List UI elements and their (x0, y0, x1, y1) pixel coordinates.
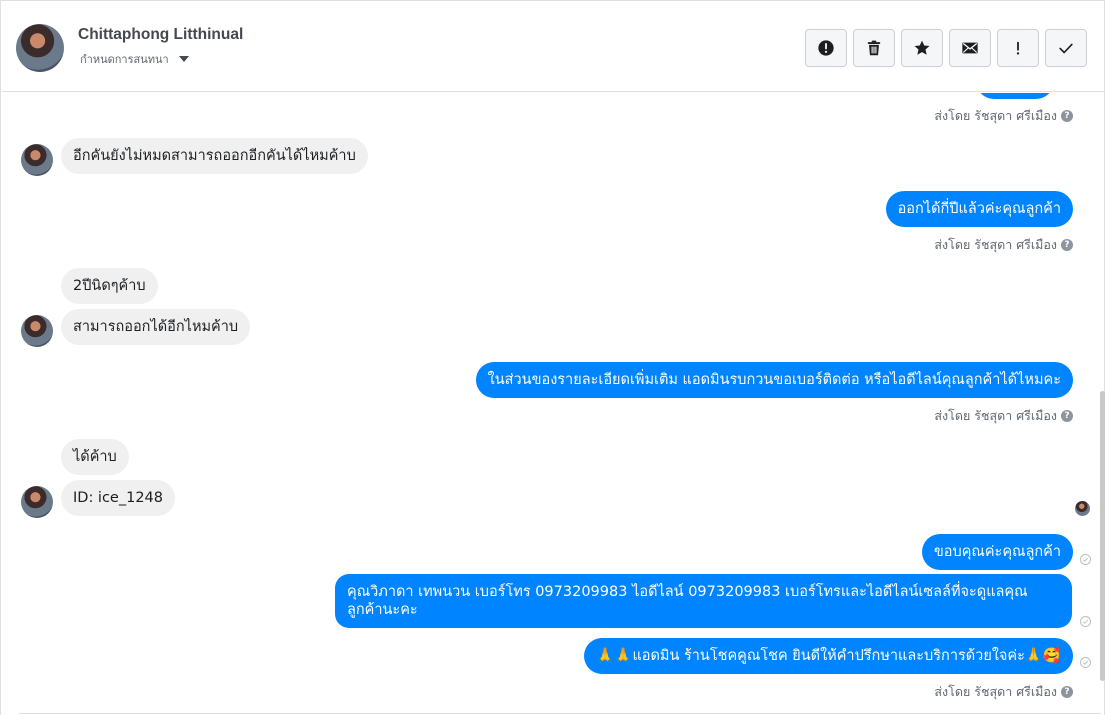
mark-unread-button[interactable] (949, 29, 991, 67)
conversation-header: Chittaphong Litthinual กำหนดการสนทนา (2, 2, 1104, 92)
message-bubble-outgoing-partial[interactable] (976, 93, 1054, 99)
message-bubble-outgoing[interactable]: ออกได้กี่ปีแล้วค่ะคุณลูกค้า (885, 191, 1073, 227)
star-icon (914, 40, 930, 55)
contact-avatar[interactable] (16, 24, 64, 72)
seen-indicator-avatar (1075, 501, 1090, 516)
message-bubble-outgoing[interactable]: ในส่วนของรายละเอียดเพิ่มเติม แอดมินรบกวน… (475, 362, 1073, 398)
mark-done-button[interactable] (1045, 29, 1087, 67)
message-list[interactable]: ส่งโดย รัชสุดา ศรีเมือง ? อีกคันยังไม่หม… (2, 93, 1095, 713)
sent-check-icon (1080, 616, 1091, 627)
sent-check-icon (1080, 554, 1091, 565)
star-button[interactable] (901, 29, 943, 67)
message-bubble-outgoing[interactable]: คุณวิภาดา เทพนวน เบอร์โทร 0973209983 ไอด… (335, 574, 1072, 628)
message-bubble-outgoing[interactable]: ขอบคุณค่ะคุณลูกค้า (921, 534, 1073, 570)
message-bubble-incoming[interactable]: สามารถออกได้อีกไหมค้าบ (61, 309, 251, 345)
message-bubble-incoming[interactable]: ID: ice_1248 (61, 480, 176, 516)
conversation-schedule-dropdown[interactable]: กำหนดการสนทนา (80, 50, 189, 68)
contact-name[interactable]: Chittaphong Litthinual (78, 26, 243, 44)
caret-down-icon (178, 56, 189, 62)
sent-by-label: ส่งโดย รัชสุดา ศรีเมือง ? (934, 106, 1073, 126)
conversation-panel: Chittaphong Litthinual กำหนดการสนทนา ส่ง… (0, 0, 1105, 715)
sent-by-label: ส่งโดย รัชสุดา ศรีเมือง ? (934, 235, 1073, 255)
header-actions (805, 29, 1087, 67)
important-button[interactable] (997, 29, 1039, 67)
sender-avatar[interactable] (21, 144, 53, 176)
conversation-schedule-label: กำหนดการสนทนา (80, 53, 169, 66)
question-icon[interactable]: ? (1061, 110, 1073, 122)
message-bubble-incoming[interactable]: 2ปีนิดๆค้าบ (61, 268, 158, 304)
message-bubble-incoming[interactable]: ได้ค้าบ (61, 439, 129, 475)
message-list-scrollbar[interactable] (1100, 391, 1105, 681)
sent-by-label: ส่งโดย รัชสุดา ศรีเมือง ? (934, 406, 1073, 426)
alert-circle-icon (818, 40, 834, 56)
sent-by-label: ส่งโดย รัชสุดา ศรีเมือง ? (934, 682, 1073, 702)
question-icon[interactable]: ? (1061, 410, 1073, 422)
sender-avatar[interactable] (21, 486, 53, 518)
report-button[interactable] (805, 29, 847, 67)
delete-button[interactable] (853, 29, 895, 67)
sender-avatar[interactable] (21, 315, 53, 347)
message-bubble-incoming[interactable]: อีกคันยังไม่หมดสามารถออกอีกคันได้ไหมค้าบ (61, 138, 368, 174)
exclamation-icon (1016, 41, 1020, 55)
envelope-icon (962, 42, 978, 54)
message-bubble-outgoing[interactable]: 🙏🙏แอดมิน ร้านโชคคูณโชค ยินดีให้คำปรึกษาแ… (584, 638, 1073, 674)
composer-divider (19, 713, 1101, 714)
trash-icon (867, 40, 881, 56)
check-icon (1059, 43, 1073, 54)
question-icon[interactable]: ? (1061, 686, 1073, 698)
question-icon[interactable]: ? (1061, 239, 1073, 251)
sent-check-icon (1080, 657, 1091, 668)
